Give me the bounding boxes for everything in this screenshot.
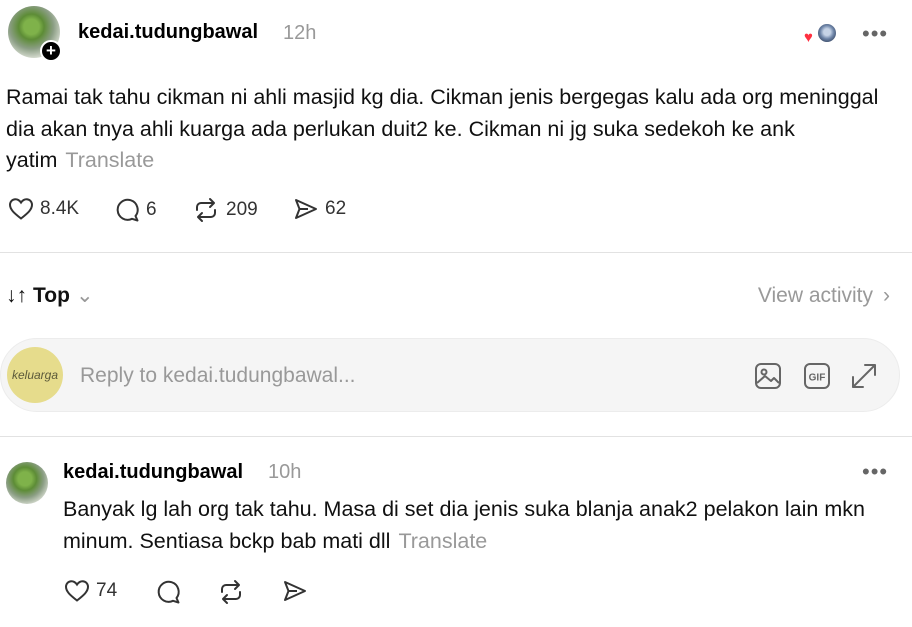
repost-icon xyxy=(196,198,216,222)
post-repost-count: 209 xyxy=(226,199,258,220)
sort-label: Top xyxy=(33,283,70,307)
reply-input[interactable]: Reply to kedai.tudungbawal... xyxy=(80,364,356,388)
repost-icon xyxy=(221,580,241,604)
post-more-options-icon[interactable]: ••• xyxy=(862,23,888,45)
section-divider xyxy=(0,436,912,437)
post-comment-button[interactable]: 6 xyxy=(114,197,157,223)
heart-filled-icon: ♥ xyxy=(804,29,813,46)
reply-composer[interactable]: keluarga Reply to kedai.tudungbawal... G… xyxy=(0,338,900,412)
post-translate-link[interactable]: Translate xyxy=(65,148,154,172)
sort-dropdown[interactable]: ↓↑ Top ⌄ xyxy=(6,283,94,308)
post-share-button[interactable]: 62 xyxy=(293,197,346,221)
comment-like-count: 74 xyxy=(96,580,118,601)
comment-reply-button[interactable] xyxy=(155,579,181,605)
section-divider xyxy=(0,252,912,253)
expand-arrows-icon xyxy=(852,364,876,388)
comment-author-username[interactable]: kedai.tudungbawal xyxy=(63,461,243,484)
heart-icon xyxy=(64,580,90,602)
image-attach-button[interactable] xyxy=(753,361,783,396)
post-author-username[interactable]: kedai.tudungbawal xyxy=(78,21,258,44)
post-comment-count: 6 xyxy=(146,199,157,220)
sort-arrows-icon: ↓↑ xyxy=(6,283,27,307)
comment-more-options-icon[interactable]: ••• xyxy=(862,461,888,483)
follow-plus-icon[interactable]: + xyxy=(40,40,62,62)
comment-author-avatar[interactable] xyxy=(6,462,48,504)
post-like-count: 8.4K xyxy=(40,198,80,219)
svg-text:GIF: GIF xyxy=(809,373,826,384)
gif-icon: GIF xyxy=(804,363,830,389)
post-repost-button[interactable]: 209 xyxy=(192,197,258,223)
send-icon xyxy=(284,581,306,601)
expand-button[interactable] xyxy=(849,361,879,396)
comment-bubble-icon xyxy=(157,580,180,604)
post-body: Ramai tak tahu cikman ni ahli masjid kg … xyxy=(6,82,901,177)
avatar-logo-text: keluarga xyxy=(11,368,59,382)
gif-button[interactable]: GIF xyxy=(802,361,832,396)
current-user-avatar: keluarga xyxy=(7,347,63,403)
comment-repost-button[interactable] xyxy=(217,579,245,605)
chevron-right-icon: › xyxy=(883,284,890,307)
comment-share-button[interactable] xyxy=(282,579,308,603)
view-activity-label: View activity xyxy=(757,284,873,307)
comment-body: Banyak lg lah org tak tahu. Masa di set … xyxy=(63,493,903,557)
post-timestamp: 12h xyxy=(283,22,317,44)
liker-avatar xyxy=(816,22,838,44)
comment-timestamp: 10h xyxy=(268,461,302,483)
liked-by-indicator[interactable]: ♥ xyxy=(804,22,840,46)
post-like-button[interactable]: 8.4K xyxy=(8,197,79,221)
send-icon xyxy=(295,199,317,219)
comment-translate-link[interactable]: Translate xyxy=(398,529,487,553)
image-icon xyxy=(755,363,781,389)
post-share-count: 62 xyxy=(325,198,347,219)
comment-bubble-icon xyxy=(116,198,139,222)
view-activity-link[interactable]: View activity › xyxy=(758,284,890,308)
comment-like-button[interactable]: 74 xyxy=(64,579,117,603)
chevron-down-icon: ⌄ xyxy=(75,284,94,307)
heart-icon xyxy=(8,198,34,220)
